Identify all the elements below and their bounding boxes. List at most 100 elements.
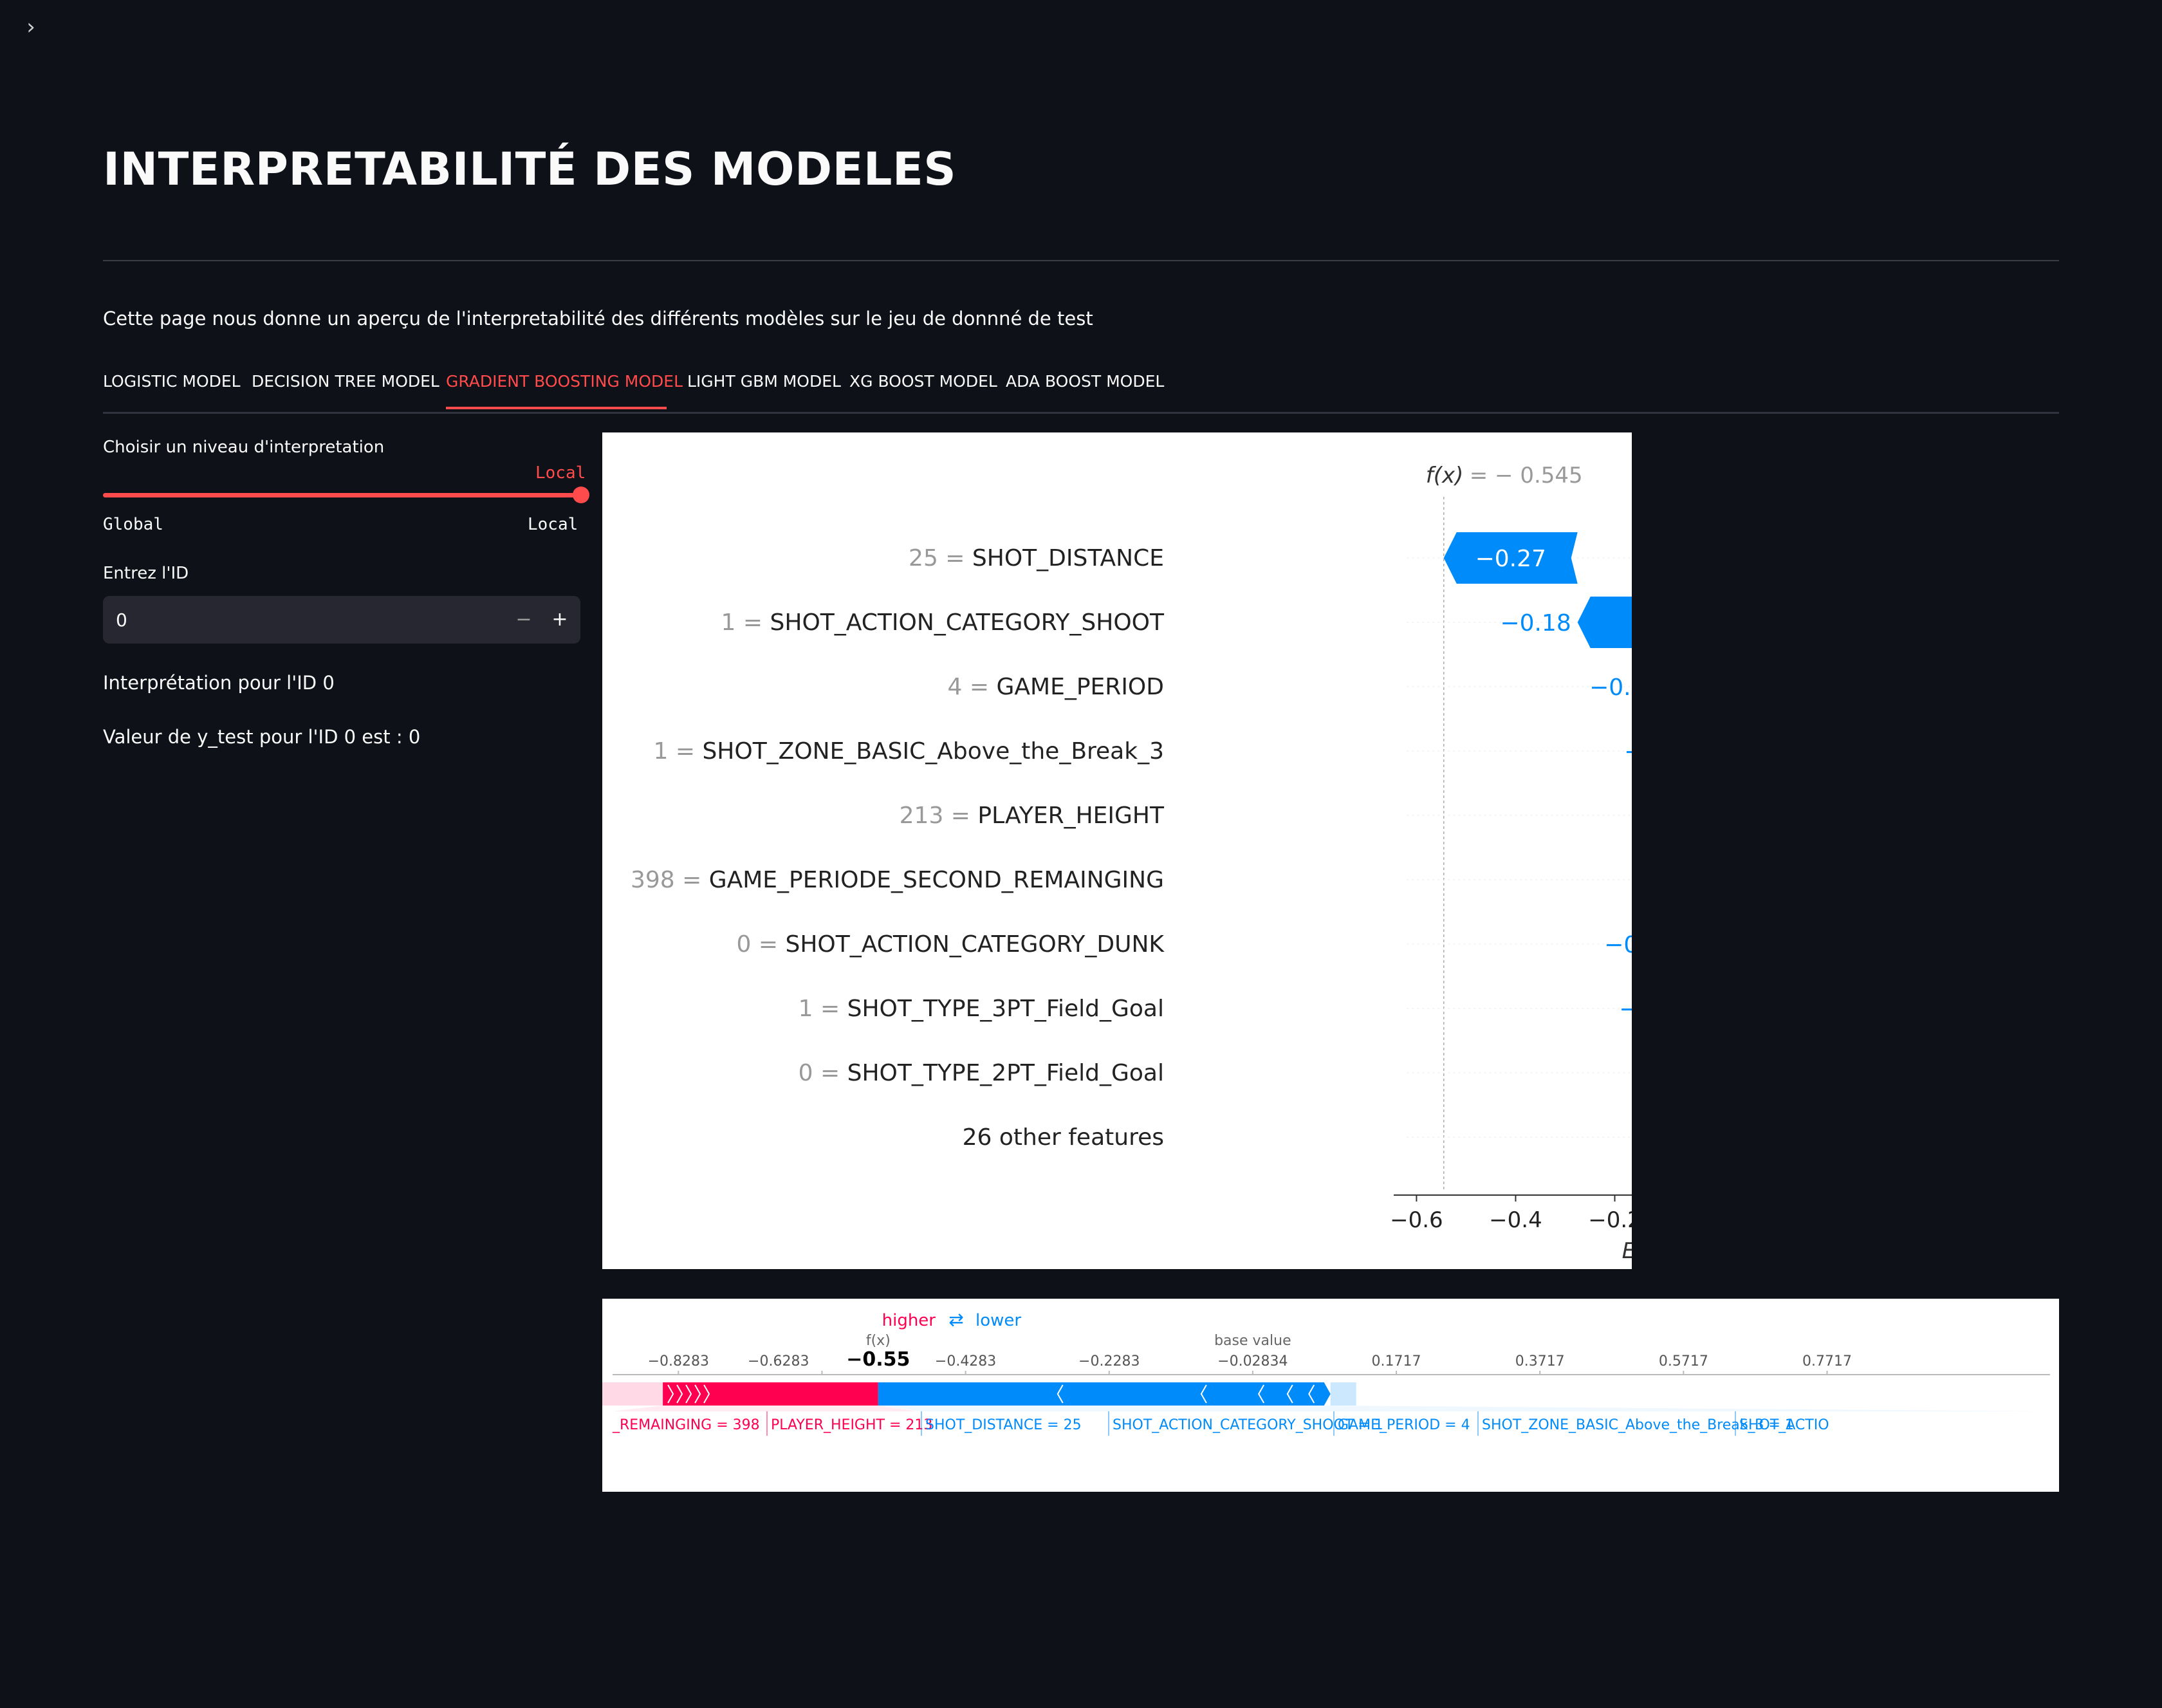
feature-value-4: 213 xyxy=(900,803,944,829)
equals-sign-0: = xyxy=(938,545,972,571)
force-tick-label-3: −0.2283 xyxy=(1078,1353,1140,1369)
force-tick-label-5: 0.1717 xyxy=(1372,1353,1421,1369)
feature-name-5: GAME_PERIODE_SECOND_REMAINGING xyxy=(709,867,1164,893)
id-input-label: Entrez l'ID xyxy=(103,564,189,583)
positive-connector xyxy=(613,1406,918,1411)
ytest-value-text: Valeur de y_test pour l'ID 0 est : 0 xyxy=(103,726,421,748)
feature-name-9: 26 other features xyxy=(963,1124,1164,1151)
equals-sign-6: = xyxy=(751,931,785,958)
feature-label-1: 1 = SHOT_ACTION_CATEGORY_SHOOT xyxy=(721,609,1165,636)
higher-label: higher xyxy=(882,1311,936,1330)
page-description: Cette page nous donne un aperçu de l'int… xyxy=(103,308,1093,330)
feature-name-2: GAME_PERIOD xyxy=(997,674,1164,700)
feature-value-1: 1 xyxy=(721,609,736,636)
interpretation-level-label: Choisir un niveau d'interpretation xyxy=(103,438,385,457)
higher-lower-arrows-icon: ⇄ xyxy=(948,1309,963,1330)
force-plot-svg: higher ⇄ lower f(x) base value −0.8283 −0.6283… xyxy=(602,1309,2050,1436)
feature-label-5: 398 = GAME_PERIODE_SECOND_REMAINGING xyxy=(631,867,1164,893)
feature-name-4: PLAYER_HEIGHT xyxy=(977,803,1165,829)
feature-name-0: SHOT_DISTANCE xyxy=(972,545,1164,571)
force-tick-label-6: 0.3717 xyxy=(1515,1353,1565,1369)
equals-sign-1: = xyxy=(735,609,770,636)
bar-value-1: −0.18 xyxy=(1500,610,1571,636)
x-tick-label-1: −0.4 xyxy=(1489,1207,1542,1233)
feature-label-6: 0 = SHOT_ACTION_CATEGORY_DUNK xyxy=(737,931,1165,958)
interpretation-heading: Interprétation pour l'ID 0 xyxy=(103,672,335,694)
active-tab-indicator xyxy=(446,407,667,409)
force-tick-label-4: −0.02834 xyxy=(1217,1353,1288,1369)
feature-name-8: SHOT_TYPE_2PT_Field_Goal xyxy=(847,1060,1164,1086)
bar-value-2: −0.07 xyxy=(1589,674,1632,701)
feature-value-0: 25 xyxy=(909,545,938,571)
feature-value-8: 0 xyxy=(799,1060,813,1086)
negative-bar-fade xyxy=(1330,1382,1356,1406)
feature-name-6: SHOT_ACTION_CATEGORY_DUNK xyxy=(786,931,1165,958)
force-tick-label-7: 0.5717 xyxy=(1659,1353,1708,1369)
bar-1 xyxy=(1577,597,1632,648)
waterfall-svg: f(x) = − 0.545 25 = SHOT_DISTANCE −0.27 1 = … xyxy=(631,463,1632,1264)
base-value-label: E[f(X)] xyxy=(1622,1238,1632,1264)
slider-min-label: Global xyxy=(103,515,163,534)
bar-value-3: −0.05 xyxy=(1624,739,1632,765)
feature-value-3: 1 xyxy=(653,738,668,765)
equals-sign-4: = xyxy=(943,803,977,829)
tab-xg-boost-model[interactable]: XG BOOST MODEL xyxy=(849,372,997,391)
tab-light-gbm-model[interactable]: LIGHT GBM MODEL xyxy=(687,372,841,391)
equals-sign-5: = xyxy=(675,867,709,893)
base-value-label: base value xyxy=(1214,1333,1291,1349)
shap-force-plot: higher ⇄ lower f(x) base value −0.8283 −0.6283… xyxy=(602,1299,2059,1492)
feature-label-4: 213 = PLAYER_HEIGHT xyxy=(900,803,1165,829)
fx-value: −0.55 xyxy=(846,1348,910,1371)
equals-sign-7: = xyxy=(813,996,847,1022)
id-number-input: − + xyxy=(103,596,580,644)
fx-label: f(x) xyxy=(866,1333,891,1349)
tab-gradient-boosting-model[interactable]: GRADIENT BOOSTING MODEL xyxy=(446,372,683,391)
feature-label-7: 1 = SHOT_TYPE_3PT_Field_Goal xyxy=(799,996,1164,1022)
slider-max-label: Local xyxy=(528,515,578,534)
feature-label-2: 4 = GAME_PERIOD xyxy=(948,674,1164,700)
chevron-right-icon[interactable]: › xyxy=(18,14,44,40)
feature-label-9: 26 other features xyxy=(963,1124,1164,1151)
feature-label-8: 0 = SHOT_TYPE_2PT_Field_Goal xyxy=(799,1060,1164,1086)
id-input-field[interactable] xyxy=(115,609,452,631)
force-tick-label-1: −0.6283 xyxy=(748,1353,809,1369)
shap-waterfall-chart: f(x) = − 0.545 25 = SHOT_DISTANCE −0.27 1 = … xyxy=(602,432,1632,1269)
tab-logistic-model[interactable]: LOGISTIC MODEL xyxy=(103,372,241,391)
force-tick-label-8: 0.7717 xyxy=(1802,1353,1852,1369)
increment-button[interactable]: + xyxy=(542,605,578,635)
fx-label: f(x) xyxy=(1426,463,1464,488)
title-divider xyxy=(103,260,2059,261)
feature-name-7: SHOT_TYPE_3PT_Field_Goal xyxy=(847,996,1164,1022)
bar-value-0: −0.27 xyxy=(1475,546,1546,572)
interpretation-level-slider-track[interactable] xyxy=(103,493,582,497)
fx-value: = − 0.545 xyxy=(1470,463,1583,488)
bar-value-7: −0.03 xyxy=(1619,996,1632,1023)
force-feature-label-1: PLAYER_HEIGHT = 213 xyxy=(771,1417,932,1433)
feature-label-3: 1 = SHOT_ZONE_BASIC_Above_the_Break_3 xyxy=(653,738,1164,765)
feature-value-5: 398 xyxy=(631,867,675,893)
positive-bar-fade xyxy=(602,1382,663,1406)
page-title: INTERPRETABILITÉ DES MODELES xyxy=(103,143,957,196)
feature-value-7: 1 xyxy=(799,996,813,1022)
bar-value-6: −0.03 xyxy=(1604,932,1632,958)
force-feature-label-2: SHOT_DISTANCE = 25 xyxy=(925,1417,1082,1433)
force-feature-label-0: _REMAINGING = 398 xyxy=(612,1417,760,1433)
equals-sign-3: = xyxy=(668,738,702,765)
model-tabs: LOGISTIC MODEL DECISION TREE MODEL GRADI… xyxy=(103,367,2059,414)
tab-ada-boost-model[interactable]: ADA BOOST MODEL xyxy=(1006,372,1164,391)
feature-value-2: 4 xyxy=(948,674,963,700)
x-tick-label-0: −0.6 xyxy=(1390,1207,1443,1233)
x-tick-label-2: −0.2 xyxy=(1588,1207,1632,1233)
decrement-button[interactable]: − xyxy=(506,605,542,635)
feature-name-3: SHOT_ZONE_BASIC_Above_the_Break_3 xyxy=(702,738,1164,765)
interpretation-level-slider-thumb[interactable] xyxy=(573,487,589,503)
feature-label-0: 25 = SHOT_DISTANCE xyxy=(909,545,1164,571)
force-tick-label-0: −0.8283 xyxy=(648,1353,709,1369)
feature-value-6: 0 xyxy=(737,931,752,958)
force-feature-label-4: GAME_PERIOD = 4 xyxy=(1338,1417,1470,1433)
negative-connector xyxy=(878,1406,2050,1411)
equals-sign-8: = xyxy=(813,1060,847,1086)
slider-current-value: Local xyxy=(535,463,586,483)
feature-name-1: SHOT_ACTION_CATEGORY_SHOOT xyxy=(770,609,1165,636)
tab-decision-tree-model[interactable]: DECISION TREE MODEL xyxy=(252,372,439,391)
